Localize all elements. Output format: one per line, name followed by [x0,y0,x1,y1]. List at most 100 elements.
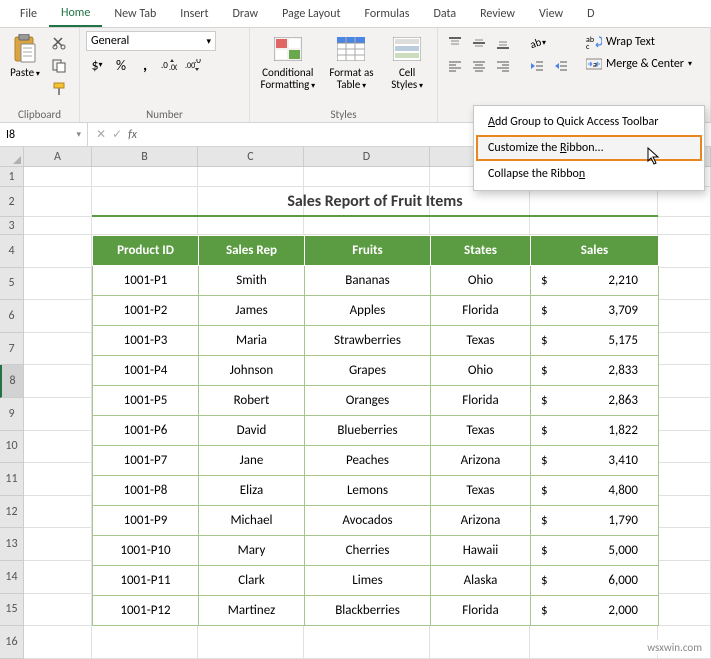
cell[interactable] [24,300,92,333]
table-header[interactable]: Product ID [93,236,199,266]
table-cell[interactable]: 1001-P5 [93,386,199,416]
table-cell[interactable]: Blackberries [305,596,431,626]
menu-customize-ribbon[interactable]: Customize the Ribbon... [476,135,702,161]
row-header-10[interactable]: 10 [0,431,24,464]
cell[interactable] [24,365,92,398]
conditional-formatting-button[interactable]: Conditional Formatting [256,31,320,103]
tab-insert[interactable]: Insert [168,0,220,27]
table-cell[interactable]: Michael [199,506,305,536]
table-cell[interactable]: $5,000 [531,536,659,566]
table-cell[interactable]: $2,210 [531,266,659,296]
table-cell[interactable]: Florida [431,596,531,626]
table-cell[interactable]: $2,863 [531,386,659,416]
table-cell[interactable]: Martinez [199,596,305,626]
table-cell[interactable]: Limes [305,566,431,596]
table-cell[interactable]: Arizona [431,506,531,536]
table-header[interactable]: Fruits [305,236,431,266]
table-cell[interactable]: 1001-P12 [93,596,199,626]
tab-view[interactable]: View [527,0,575,27]
row-header-13[interactable]: 13 [0,528,24,561]
table-cell[interactable]: Ohio [431,356,531,386]
table-cell[interactable]: 1001-P4 [93,356,199,386]
row-header-7[interactable]: 7 [0,333,24,366]
cell[interactable] [24,431,92,464]
table-cell[interactable]: 1001-P1 [93,266,199,296]
cut-button[interactable] [48,33,70,53]
cell[interactable] [430,217,530,235]
table-cell[interactable]: Strawberries [305,326,431,356]
row-header-16[interactable]: 16 [0,626,24,659]
table-cell[interactable]: Maria [199,326,305,356]
copy-button[interactable] [48,56,70,76]
table-cell[interactable]: Smith [199,266,305,296]
table-cell[interactable]: Texas [431,476,531,506]
cell[interactable] [24,333,92,366]
row-header-8[interactable]: 8 [0,365,24,398]
row-header-2[interactable]: 2 [0,187,24,217]
table-cell[interactable]: Eliza [199,476,305,506]
row-header-11[interactable]: 11 [0,463,24,496]
table-cell[interactable]: 1001-P11 [93,566,199,596]
col-header-A[interactable]: A [24,147,92,167]
tab-formulas[interactable]: Formulas [353,0,422,27]
select-all-corner[interactable] [0,147,24,167]
cell[interactable] [530,217,658,235]
cell[interactable] [24,594,92,627]
table-cell[interactable]: 1001-P7 [93,446,199,476]
orientation-button[interactable]: ab▾ [526,33,548,53]
table-cell[interactable]: $2,833 [531,356,659,386]
table-cell[interactable]: Clark [199,566,305,596]
cell[interactable] [198,217,304,235]
table-cell[interactable]: Oranges [305,386,431,416]
table-cell[interactable]: Florida [431,296,531,326]
format-as-table-button[interactable]: Format as Table [324,31,380,103]
table-cell[interactable]: David [199,416,305,446]
merge-center-button[interactable]: a Merge & Center ▾ [582,55,696,73]
row-header-4[interactable]: 4 [0,235,24,268]
table-cell[interactable]: Johnson [199,356,305,386]
row-header-3[interactable]: 3 [0,217,24,235]
table-cell[interactable]: Avocados [305,506,431,536]
table-cell[interactable]: 1001-P3 [93,326,199,356]
align-middle-button[interactable] [468,33,490,53]
table-cell[interactable]: Cherries [305,536,431,566]
cell[interactable] [198,167,304,187]
name-box[interactable]: I8 ▾ [0,123,88,146]
format-painter-button[interactable] [48,79,70,99]
table-cell[interactable]: Peaches [305,446,431,476]
cell[interactable] [304,626,430,659]
table-cell[interactable]: Grapes [305,356,431,386]
col-header-D[interactable]: D [304,147,430,167]
tab-d[interactable]: D [575,0,606,27]
table-header[interactable]: Sales [531,236,659,266]
increase-decimal-button[interactable]: .0.00 [158,55,180,75]
percent-button[interactable]: % [110,55,132,75]
cancel-formula-icon[interactable]: ✕ [96,127,106,142]
tab-review[interactable]: Review [468,0,527,27]
align-top-button[interactable] [444,33,466,53]
cell[interactable] [24,187,92,217]
row-header-9[interactable]: 9 [0,398,24,431]
currency-button[interactable]: $▾ [86,55,108,75]
cell[interactable] [24,528,92,561]
cell[interactable] [304,217,430,235]
table-header[interactable]: States [431,236,531,266]
cell[interactable] [24,217,92,235]
cell[interactable] [24,463,92,496]
cell[interactable] [92,217,198,235]
row-header-1[interactable]: 1 [0,167,24,187]
cell[interactable] [92,626,198,659]
increase-indent-button[interactable] [550,56,572,76]
cell[interactable] [24,235,92,268]
cell[interactable] [92,167,198,187]
table-cell[interactable]: $3,709 [531,296,659,326]
row-header-15[interactable]: 15 [0,594,24,627]
tab-data[interactable]: Data [421,0,468,27]
align-left-button[interactable] [444,56,466,76]
cell[interactable] [198,626,304,659]
align-right-button[interactable] [492,56,514,76]
fx-icon[interactable]: fx [128,128,137,142]
menu-add-to-qat[interactable]: Add Group to Quick Access Toolbar [476,109,702,135]
wrap-text-button[interactable]: abc Wrap Text [582,33,696,51]
cell[interactable] [24,561,92,594]
